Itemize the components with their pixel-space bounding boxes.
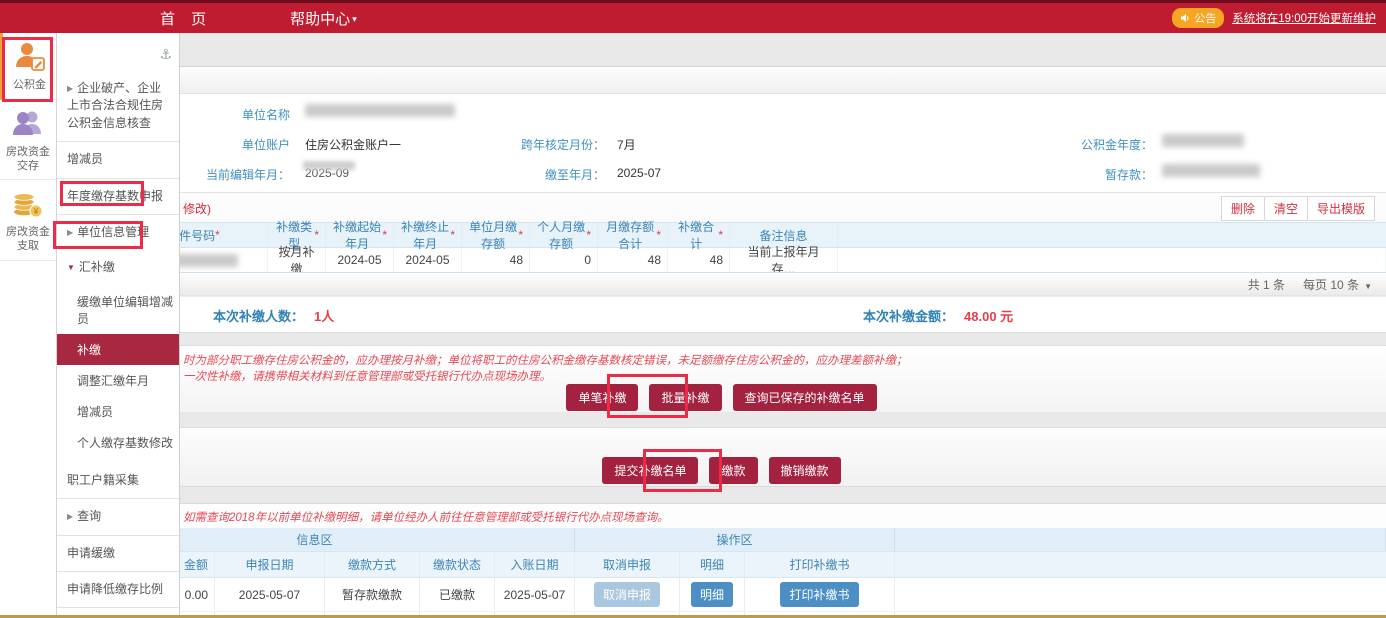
chevron-down-icon: ▼	[67, 263, 75, 272]
divider-band	[57, 486, 1386, 504]
table-pagination: ▶| 共 1 条 每页 10 条▼	[120, 272, 1386, 296]
sidebar-item-zengjianyuan[interactable]: 增减员	[57, 142, 179, 178]
coins-icon: ¥	[11, 187, 45, 221]
announcement-badge: 公告	[1172, 8, 1224, 28]
unit-name-value	[305, 104, 455, 120]
clear-button[interactable]: 清空	[1264, 196, 1308, 221]
cross-year-value: 7月	[617, 136, 636, 153]
sidebar-item-shenqing-huanjiao[interactable]: 申请缓缴	[57, 536, 179, 572]
sidebar-item-danwei-xinxi[interactable]: ▶单位信息管理	[57, 215, 179, 250]
chevron-down-icon: ▼	[1364, 282, 1372, 291]
speaker-icon	[1180, 13, 1190, 23]
cancel-payment-button[interactable]: 撤销缴款	[769, 457, 841, 484]
supplement-table: 证件号码* 补缴类型* 补缴起始年月* 补缴终止年月* 单位月缴存额* 个人月缴…	[120, 222, 1386, 272]
unit-info-panel: 单位名称 单位账户 住房公积金账户一 当前编辑年月： 2025-09 跨年核定月…	[57, 94, 1386, 193]
sidebar-item-chaxun[interactable]: ▶查询	[57, 499, 179, 535]
rail-item-fanggai-zhiqu[interactable]: ¥ 房改资金支取	[0, 180, 56, 261]
total-count: 共 1 条	[1248, 276, 1285, 293]
export-template-button[interactable]: 导出模版	[1307, 196, 1375, 221]
nav-home[interactable]: 首 页	[160, 8, 212, 29]
query-saved-list-button[interactable]: 查询已保存的补缴名单	[733, 384, 877, 411]
single-supplement-button[interactable]: 单笔补缴	[566, 384, 638, 411]
edit-month-value: 2025-09	[305, 166, 349, 180]
fund-year-value	[1162, 134, 1244, 150]
batch-supplement-button[interactable]: 批量补缴	[649, 384, 721, 411]
sidebar-item-zengjianyuan-child[interactable]: 增减员	[57, 396, 179, 427]
delete-button[interactable]: 删除	[1221, 196, 1265, 221]
policy-note-line2: 一次性补缴，请携带相关材料到任意管理部或受托银行代办点现场办理。	[183, 368, 551, 384]
submit-section: 提交补缴名单 缴款 撤销缴款	[57, 428, 1386, 486]
redacted-unit-name	[305, 104, 455, 117]
redacted-smudge	[303, 161, 355, 170]
module-rail: 公积金 房改资金交存 ¥ 房改资金支取	[0, 33, 57, 618]
sidebar-item-tiaozheng-huijiao[interactable]: 调整汇缴年月	[57, 365, 179, 396]
sidebar-item-huanjiao-bianji[interactable]: 缓缴单位编辑增减员	[57, 286, 179, 334]
divider-band	[57, 332, 1386, 346]
nav-help-center[interactable]: 帮助中心▾	[290, 8, 357, 29]
submit-supplement-list-button[interactable]: 提交补缴名单	[602, 457, 698, 484]
ops-zone-header: 操作区	[575, 528, 895, 552]
cross-year-label: 跨年核定月份：	[455, 136, 605, 153]
paid-to-label: 缴至年月：	[455, 166, 605, 183]
summary-band: 本次补缴人数： 1人 本次补缴金额： 48.00 元	[57, 296, 1386, 332]
temp-deposit-value	[1162, 164, 1260, 180]
list-toolbar: 删除清空导出模版	[1222, 196, 1375, 221]
unit-name-label: 单位名称	[185, 106, 290, 123]
sidebar-item-geren-jishu-xiugai[interactable]: 个人缴存基数修改	[57, 427, 179, 463]
sidebar-item-jishu-shenbao[interactable]: 年度缴存基数申报	[57, 179, 179, 215]
main-subheader-band	[57, 67, 1386, 94]
main-toolbar-band	[57, 33, 1386, 67]
paid-to-value: 2025-07	[617, 166, 661, 180]
history-query-note: 如需查询2018年以前单位补缴明细，请单位经办人前往任意管理部或受托银行代办点现…	[183, 509, 669, 525]
pay-button[interactable]: 缴款	[709, 457, 757, 484]
payment-history-table: 信息区 操作区 金额 申报日期 缴款方式 缴款状态 入账日期 取消申报 明细 打…	[55, 528, 1386, 618]
chevron-right-icon: ▶	[67, 512, 73, 521]
supplement-amount-label: 本次补缴金额：	[863, 309, 954, 324]
sidebar-item-bujiao[interactable]: 补缴	[57, 334, 179, 365]
notes-section: 时为部分职工缴存住房公积金的，应办理按月补缴；单位将职工的住房公积金缴存基数核定…	[57, 346, 1386, 412]
temp-deposit-label: 暂存款：	[1003, 166, 1153, 183]
sidebar-item-qiye-check[interactable]: ▶企业破产、企业上市合法合规住房公积金信息核查	[57, 71, 179, 142]
person-edit-icon	[13, 40, 47, 74]
supplement-amount-value: 48.00 元	[964, 309, 1013, 324]
unit-account-label: 单位账户	[185, 136, 290, 153]
print-receipt-button[interactable]: 打印补缴书	[780, 582, 858, 607]
cancel-declaration-button[interactable]: 取消申报	[594, 582, 660, 607]
maintenance-notice-link[interactable]: 系统将在19:00开始更新维护	[1232, 10, 1376, 26]
policy-note-line1: 时为部分职工缴存住房公积金的，应办理按月补缴；单位将职工的住房公积金缴存基数核定…	[183, 352, 908, 368]
top-navbar: 首 页 帮助中心▾ 公告 系统将在19:00开始更新维护	[0, 0, 1386, 33]
redacted-temp-deposit	[1162, 164, 1260, 177]
secondary-sidebar: ⚓ ▶企业破产、企业上市合法合规住房公积金信息核查 增减员 年度缴存基数申报 ▶…	[57, 33, 180, 615]
rail-item-fanggai-jiaocun[interactable]: 房改资金交存	[0, 100, 56, 181]
people-icon	[11, 107, 45, 141]
sidebar-item-huji-caiji[interactable]: 职工户籍采集	[57, 463, 179, 499]
table-row[interactable]: 按月补缴 2024-05 2024-05 48 0 48 48 当前上报年月存…	[120, 248, 1386, 272]
query-note-section: 如需查询2018年以前单位补缴明细，请单位经办人前往任意管理部或受托银行代办点现…	[57, 504, 1386, 528]
list-hint-fragment: 修改)	[183, 200, 211, 217]
rail-item-gongjijin[interactable]: 公积金	[0, 33, 56, 100]
chevron-down-icon: ▾	[352, 14, 357, 24]
sidebar-item-jiangdi-bili[interactable]: 申请降低缴存比例	[57, 572, 179, 608]
chevron-right-icon: ▶	[67, 84, 73, 93]
detail-button[interactable]: 明细	[691, 582, 733, 607]
sidebar-item-huibujiao[interactable]: ▼汇补缴	[57, 250, 179, 285]
table-row: 0.00 2025-05-07 暂存款缴款 已缴款 2025-05-07 取消申…	[55, 578, 1386, 612]
supplement-count-value: 1人	[314, 309, 334, 324]
anchor-icon[interactable]: ⚓	[159, 46, 172, 63]
supplement-count-label: 本次补缴人数：	[213, 309, 304, 324]
history-column-header: 金额 申报日期 缴款方式 缴款状态 入账日期 取消申报 明细 打印补缴书	[55, 552, 1386, 578]
svg-text:¥: ¥	[33, 207, 39, 216]
history-group-header: 信息区 操作区	[55, 528, 1386, 552]
page-size-select[interactable]: 每页 10 条▼	[1303, 276, 1372, 293]
chevron-right-icon: ▶	[67, 228, 73, 237]
redacted-fund-year	[1162, 134, 1244, 147]
fund-year-label: 公积金年度：	[1003, 136, 1153, 153]
unit-account-value: 住房公积金账户一	[305, 136, 401, 153]
divider-band	[57, 412, 1386, 428]
